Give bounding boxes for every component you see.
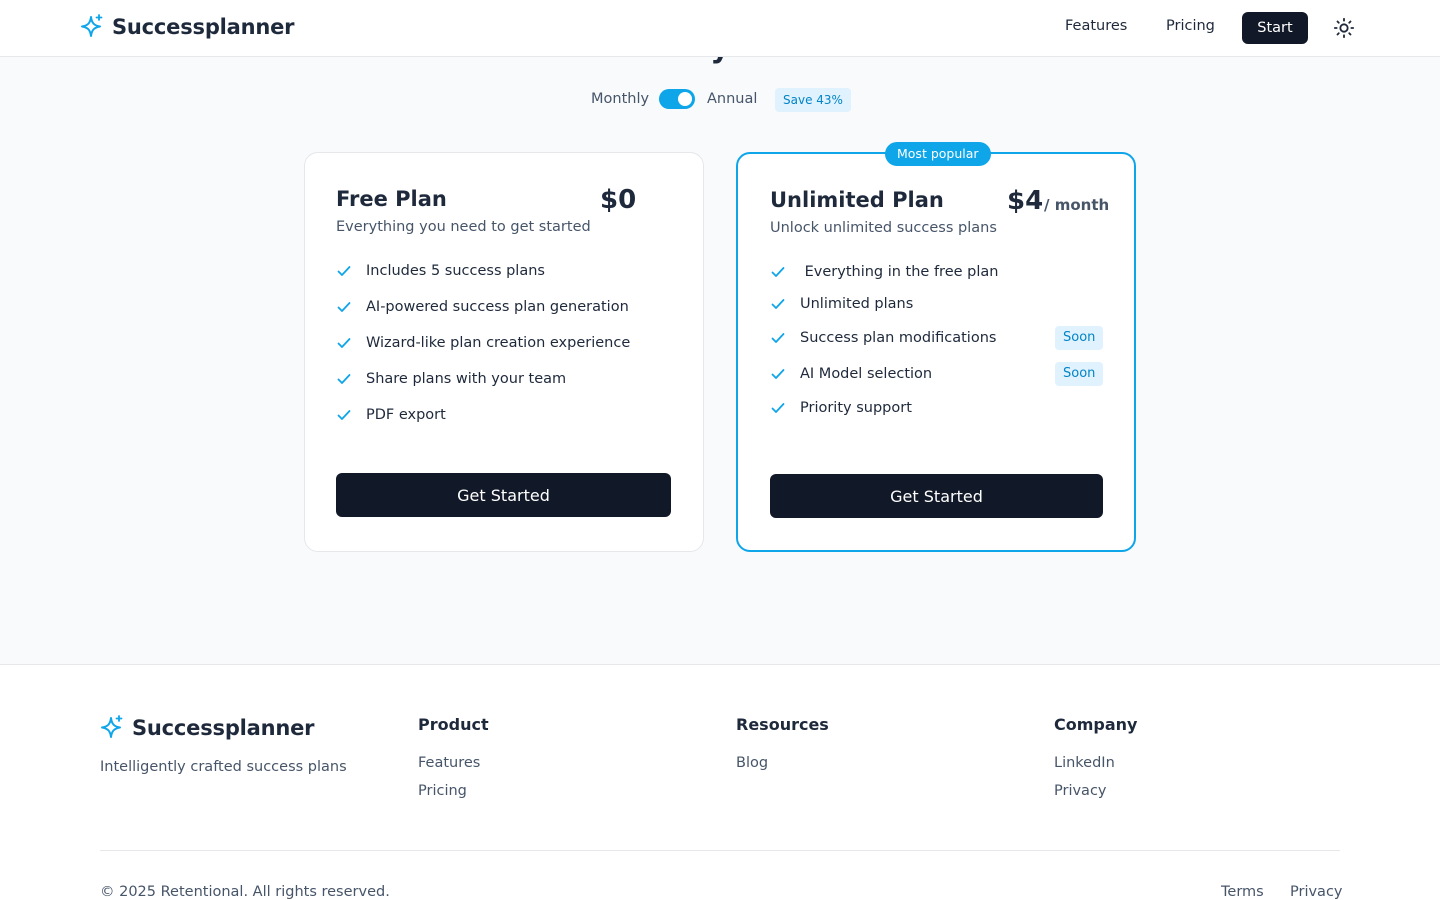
sparkle-logo-icon	[81, 14, 103, 37]
feature-item: Everything in the free plan	[770, 264, 998, 280]
footer-link-features[interactable]: Features	[418, 755, 480, 771]
check-icon	[337, 374, 351, 384]
most-popular-badge: Most popular	[885, 142, 991, 166]
plan-price: $4	[1007, 186, 1044, 216]
nav-features-link[interactable]: Features	[1065, 18, 1127, 34]
footer-tagline: Intelligently crafted success plans	[100, 759, 347, 775]
unlimited-get-started-button[interactable]: Get Started	[770, 474, 1103, 518]
footer-logo[interactable]: Successplanner	[100, 715, 315, 741]
check-icon	[337, 338, 351, 348]
feature-text: Wizard-like plan creation experience	[366, 335, 631, 351]
footer-column-title: Resources	[736, 715, 829, 734]
check-icon	[771, 333, 785, 343]
feature-item: Wizard-like plan creation experience	[336, 335, 630, 351]
billing-switch[interactable]	[659, 89, 695, 109]
check-icon	[337, 266, 351, 276]
check-icon	[771, 369, 785, 379]
feature-text: Everything in the free plan	[800, 264, 999, 280]
free-plan-card: Free Plan Everything you need to get sta…	[304, 152, 704, 552]
footer-link-blog[interactable]: Blog	[736, 755, 768, 771]
plan-price: $0	[600, 185, 637, 215]
nav-pricing-link[interactable]: Pricing	[1166, 18, 1215, 34]
footer-legal-terms[interactable]: Terms	[1221, 884, 1264, 900]
feature-item: PDF export	[336, 407, 446, 423]
soon-badge: Soon	[1055, 362, 1104, 386]
plan-period: / month	[1044, 196, 1110, 214]
check-icon	[771, 403, 785, 413]
unlimited-plan-card: Unlimited Plan Unlock unlimited success …	[736, 152, 1136, 552]
footer-link-pricing[interactable]: Pricing	[418, 783, 467, 799]
start-button[interactable]: Start	[1242, 12, 1308, 44]
free-get-started-button[interactable]: Get Started	[336, 473, 671, 517]
feature-item: Success plan modifications	[770, 330, 996, 346]
feature-text: Priority support	[800, 400, 912, 416]
save-badge: Save 43%	[775, 88, 851, 112]
footer-legal-privacy[interactable]: Privacy	[1290, 884, 1343, 900]
soon-badge: Soon	[1055, 326, 1104, 350]
check-icon	[771, 267, 785, 277]
feature-item: Unlimited plans	[770, 296, 913, 312]
brand-name: Successplanner	[112, 15, 295, 39]
feature-item: Share plans with your team	[336, 371, 566, 387]
billing-period-toggle: Monthly Annual Save 43%	[0, 88, 1440, 112]
plan-subtitle: Unlock unlimited success plans	[770, 220, 997, 236]
feature-item: AI Model selection	[770, 366, 932, 382]
feature-text: Success plan modifications	[800, 330, 997, 346]
footer-link-privacy[interactable]: Privacy	[1054, 783, 1107, 799]
top-header: Successplanner Features Pricing Start	[0, 0, 1440, 57]
footer-link-linkedin[interactable]: LinkedIn	[1054, 755, 1115, 771]
footer-column-title: Company	[1054, 715, 1138, 734]
feature-item: Includes 5 success plans	[336, 263, 545, 279]
copyright: © 2025 Retentional. All rights reserved.	[100, 884, 390, 900]
plan-title: Unlimited Plan	[770, 188, 944, 212]
plan-title: Free Plan	[336, 187, 447, 211]
annual-label[interactable]: Annual	[707, 91, 757, 107]
brand-name: Successplanner	[132, 716, 315, 740]
check-icon	[337, 410, 351, 420]
monthly-label[interactable]: Monthly	[591, 91, 649, 107]
check-icon	[337, 302, 351, 312]
footer-divider	[100, 850, 1340, 851]
switch-knob	[678, 92, 692, 106]
feature-item: AI-powered success plan generation	[336, 299, 629, 315]
check-icon	[771, 299, 785, 309]
feature-text: Share plans with your team	[366, 371, 567, 387]
feature-text: Unlimited plans	[800, 296, 914, 312]
sun-icon[interactable]	[1333, 17, 1355, 39]
footer-column-title: Product	[418, 715, 489, 734]
feature-item: Priority support	[770, 400, 912, 416]
feature-text: AI Model selection	[800, 366, 933, 382]
plan-subtitle: Everything you need to get started	[336, 219, 591, 235]
sparkle-logo-icon	[101, 715, 123, 738]
feature-text: PDF export	[366, 407, 446, 423]
header-logo[interactable]: Successplanner	[80, 14, 295, 40]
feature-text: Includes 5 success plans	[366, 263, 545, 279]
site-footer: Successplanner Intelligently crafted suc…	[0, 664, 1440, 900]
feature-text: AI-powered success plan generation	[366, 299, 629, 315]
